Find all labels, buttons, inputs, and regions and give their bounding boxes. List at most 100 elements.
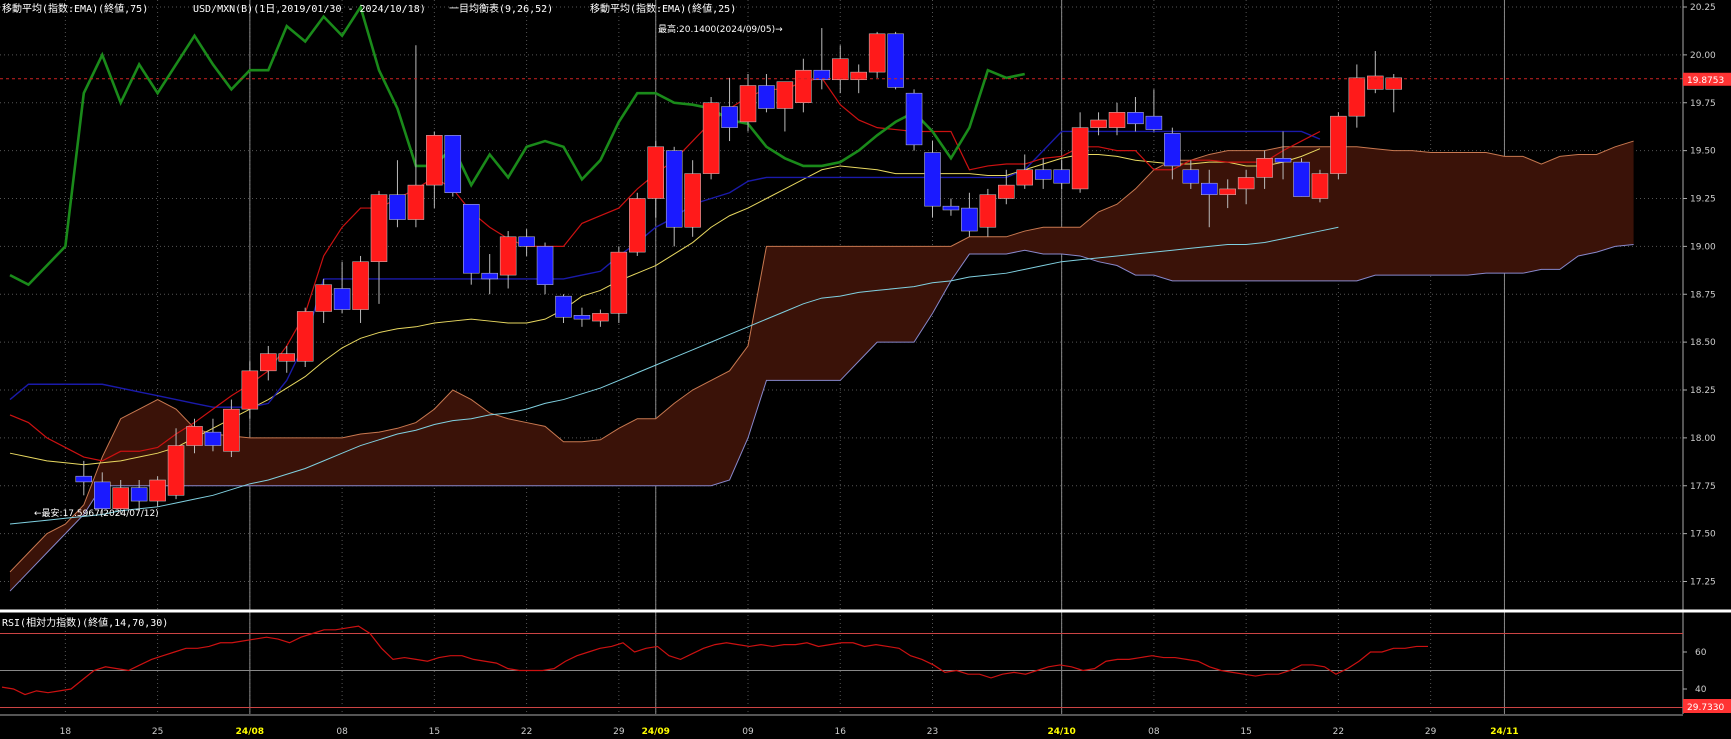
price-tick-label: 17.25 xyxy=(1690,578,1716,588)
price-tick-label: 19.25 xyxy=(1690,195,1716,205)
ema75-label: 移動平均(指数:EMA)(終値,75) xyxy=(2,2,148,15)
candle-up xyxy=(1237,177,1255,190)
candle-down xyxy=(1127,112,1144,125)
rsi-tick-label: 60 xyxy=(1695,648,1707,658)
date-tick-label: 29 xyxy=(613,727,625,737)
candle-up xyxy=(241,370,259,410)
candle-up xyxy=(979,194,997,228)
candle-down xyxy=(1053,169,1070,184)
chart-root: 20.25 20.00 19.75 19.50 19.25 19.00 18.75 18.50… xyxy=(0,0,1731,739)
candle-up xyxy=(795,69,812,103)
candle-up xyxy=(610,251,628,314)
price-tick-label: 18.00 xyxy=(1690,434,1716,444)
candle-down xyxy=(721,106,738,128)
candle-down xyxy=(518,236,535,247)
candle-down xyxy=(1293,161,1310,197)
candle-up xyxy=(149,479,166,502)
ema25-label: 移動平均(指数:EMA)(終値,25) xyxy=(590,2,736,15)
date-tick-label: 15 xyxy=(429,727,440,737)
candle-down xyxy=(1274,158,1292,163)
candle-up xyxy=(407,184,425,220)
price-tick-label: 18.75 xyxy=(1690,290,1716,300)
candle-down xyxy=(942,205,960,211)
candle-down xyxy=(1034,169,1052,180)
date-tick-label: 16 xyxy=(835,727,847,737)
high-annotation: 最高:20.1400(2024/09/05)→ xyxy=(658,23,783,35)
price-tick-label: 19.50 xyxy=(1690,147,1716,157)
date-tick-label: 18 xyxy=(60,727,72,737)
price-tick-label: 20.25 xyxy=(1690,3,1716,13)
date-tick-label: 22 xyxy=(521,727,532,737)
date-tick-label: 22 xyxy=(1333,727,1344,737)
date-tick-label: 24/08 xyxy=(236,727,264,737)
candle-up xyxy=(1348,77,1366,117)
candle-down xyxy=(924,152,941,207)
ichimoku-label: 一目均衡表(9,26,52) xyxy=(449,2,553,15)
candle-down xyxy=(444,135,462,194)
price-tick-label: 19.00 xyxy=(1690,242,1716,252)
date-tick-label: 08 xyxy=(336,727,348,737)
candle-up xyxy=(702,102,720,174)
candle-up xyxy=(1256,158,1273,178)
price-tick-label: 18.25 xyxy=(1690,386,1716,396)
candle-down xyxy=(961,207,978,232)
candle-down xyxy=(887,33,904,88)
candle-down xyxy=(130,487,148,502)
candle-up xyxy=(260,353,277,372)
candle-up xyxy=(370,194,388,262)
rsi-header: RSI(相対力指数)(終値,14,70,30) xyxy=(2,616,168,629)
candle-up xyxy=(499,236,517,276)
candle-up xyxy=(186,426,203,446)
date-tick-label: 09 xyxy=(742,727,754,737)
candle-up xyxy=(1330,115,1347,174)
candle-up xyxy=(647,146,664,199)
candle-down xyxy=(573,315,591,320)
candle-down xyxy=(481,272,498,280)
candle-down xyxy=(555,295,572,318)
candle-up xyxy=(1108,112,1126,128)
candle-down xyxy=(1145,115,1163,130)
candle-down xyxy=(75,475,93,483)
symbol-label: USD/MXN(B)(1日,2019/01/30 - 2024/10/18) xyxy=(193,4,426,15)
candle-up xyxy=(776,81,794,109)
header: 移動平均(指数:EMA)(終値,75) USD/MXN(B)(1日,2019/0… xyxy=(2,2,736,15)
candle-up xyxy=(278,353,295,362)
date-tick-label: 29 xyxy=(1425,727,1437,737)
candle-up xyxy=(296,311,314,362)
date-tick-label: 25 xyxy=(152,727,163,737)
candle-up xyxy=(112,487,129,509)
candle-up xyxy=(868,33,886,73)
rsi-tick-label: 40 xyxy=(1695,685,1707,695)
candle-down xyxy=(1201,182,1218,195)
current-price-tag-text: 19.8753 xyxy=(1687,76,1724,86)
chart-background xyxy=(0,0,1731,739)
candle-up xyxy=(1090,119,1107,128)
candle-up xyxy=(167,445,185,496)
price-tick-label: 19.75 xyxy=(1690,99,1716,109)
candle-up xyxy=(1219,188,1236,195)
candle-down xyxy=(905,92,923,146)
candle-up xyxy=(352,261,369,310)
candle-down xyxy=(1164,133,1181,167)
candle-up xyxy=(426,135,443,186)
candle-up xyxy=(998,184,1015,199)
candle-up xyxy=(684,173,701,228)
candle-down xyxy=(204,431,222,446)
price-tick-label: 18.50 xyxy=(1690,338,1716,348)
candle-up xyxy=(1385,77,1402,90)
candle-up xyxy=(1071,127,1089,190)
candle-down xyxy=(389,194,406,220)
candle-up xyxy=(739,85,757,123)
candle-up xyxy=(1367,75,1384,90)
candle-down xyxy=(1182,169,1200,184)
candle-up xyxy=(832,58,849,81)
date-tick-label: 24/11 xyxy=(1490,727,1518,737)
current-price-tag: 19.8753 xyxy=(1683,72,1731,86)
price-tick-label: 20.00 xyxy=(1690,51,1716,61)
candle-up xyxy=(1016,169,1033,186)
candle-down xyxy=(463,203,480,274)
candle-up xyxy=(315,284,332,312)
price-tick-label: 17.75 xyxy=(1690,482,1716,492)
date-tick-label: 23 xyxy=(927,727,938,737)
candle-down xyxy=(536,246,554,285)
